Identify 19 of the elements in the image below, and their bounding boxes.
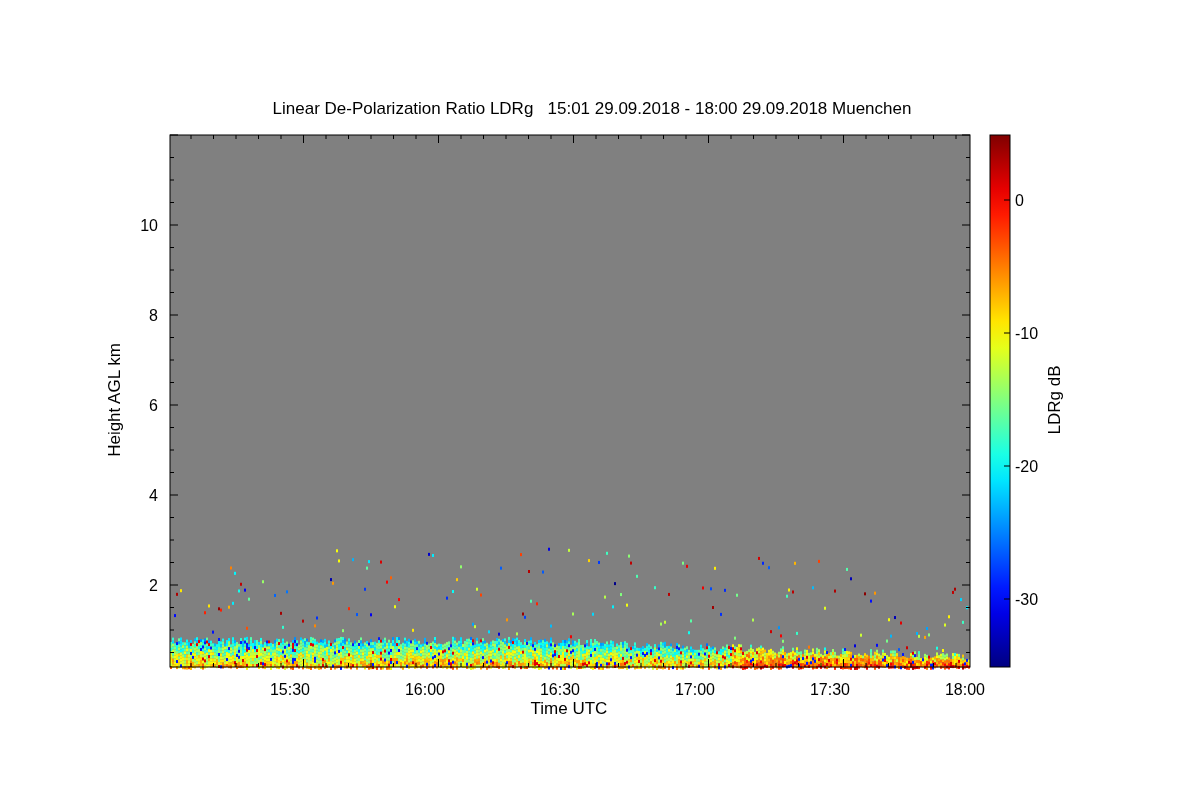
chart-title: Linear De-Polarization Ratio LDRg 15:01 29.09.2018 - 18:00 29.09.2018 Muenchen [272,99,912,118]
y-axis-title: Height AGL km [105,343,124,457]
x-tick-label: 17:30 [810,681,850,698]
x-axis-title: Time UTC [530,699,608,718]
x-tick-label: 16:00 [405,681,445,698]
y-tick-label: 2 [149,577,158,594]
colorbar-title: LDRg dB [1045,365,1064,435]
y-tick-label: 4 [149,487,158,504]
y-tick-label: 6 [149,397,158,414]
colorbar-tick-label: 0 [1015,192,1024,209]
x-tick-label: 17:00 [675,681,715,698]
colorbar-tick-label: -30 [1015,591,1039,608]
colorbar-tick-label: -10 [1015,325,1039,342]
colorbar-tick-label: -20 [1015,458,1039,475]
y-tick-label: 10 [140,217,158,234]
x-tick-label: 15:30 [270,681,310,698]
x-tick-label: 18:00 [945,681,985,698]
x-tick-label: 16:30 [540,681,580,698]
y-tick-label: 8 [149,307,158,324]
